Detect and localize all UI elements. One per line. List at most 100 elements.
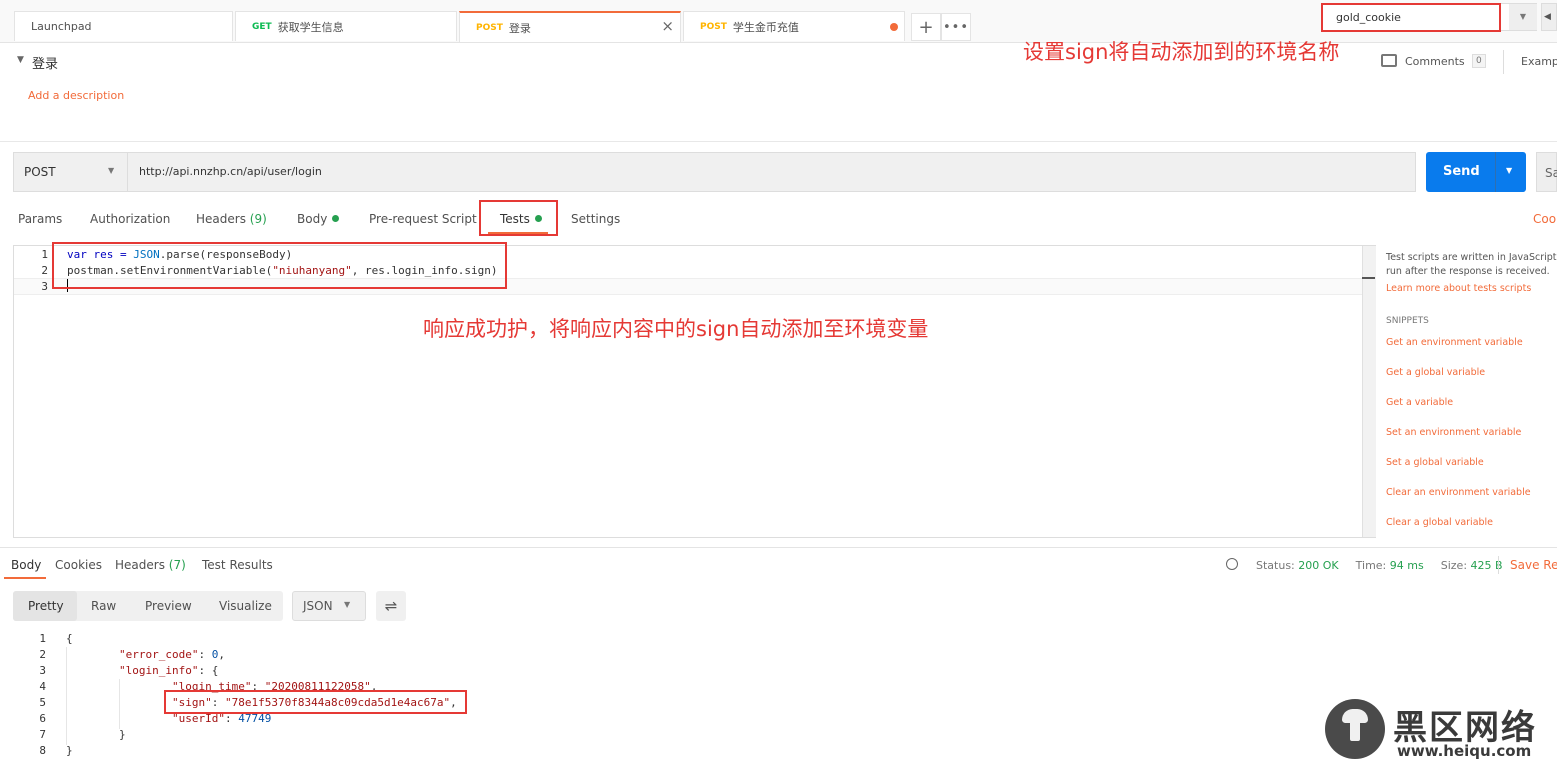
divider: [0, 547, 1557, 548]
new-tab-plus-icon[interactable]: +: [911, 13, 941, 41]
tab-params[interactable]: Params: [18, 212, 62, 226]
tab-settings[interactable]: Settings: [571, 212, 620, 226]
collapse-triangle-icon[interactable]: ▼: [17, 55, 24, 65]
editor-scrollbar[interactable]: [1362, 246, 1376, 537]
chevron-down-icon: ▼: [108, 166, 115, 175]
globe-icon[interactable]: [1226, 558, 1238, 570]
tab-label: Headers: [115, 558, 165, 572]
pretty-button[interactable]: Pretty: [28, 599, 64, 613]
learn-more-link[interactable]: Learn more about tests scripts: [1386, 283, 1531, 294]
method-select-value: POST: [24, 165, 56, 179]
indent-guide: [66, 647, 67, 745]
snippet-clear-env-var[interactable]: Clear an environment variable: [1386, 487, 1531, 498]
watermark-url: www.heiqu.com: [1397, 742, 1532, 760]
response-meta: Status: 200 OK Time: 94 ms Size: 425 B: [1256, 559, 1503, 572]
snippet-get-global-var[interactable]: Get a global variable: [1386, 367, 1485, 378]
indent-guide: [119, 679, 120, 729]
active-tab-indicator: [4, 577, 46, 579]
line-number: 8: [39, 744, 46, 757]
tab-headers-count: (9): [249, 212, 267, 226]
chevron-down-icon: ▼: [1509, 4, 1537, 30]
preview-button[interactable]: Preview: [145, 599, 192, 613]
environment-annotation: 设置sign将自动添加到的环境名称: [1023, 40, 1340, 64]
examples-label[interactable]: Examp: [1521, 55, 1557, 68]
code-highlight-box: [52, 242, 507, 289]
time-value: 94 ms: [1389, 559, 1424, 572]
request-title: 登录: [32, 57, 59, 72]
line-number: 5: [39, 696, 46, 709]
tab-test-results[interactable]: Test Results: [202, 558, 273, 572]
time-label: Time:: [1355, 559, 1387, 572]
tab-authorization[interactable]: Authorization: [90, 212, 170, 226]
json-line: "error_code": 0,: [119, 648, 225, 661]
tab-student-gold-recharge[interactable]: POST 学生金币充值: [683, 11, 905, 41]
line-number: 3: [41, 280, 48, 293]
divider: [1498, 556, 1499, 574]
wrap-lines-icon[interactable]: ⇌: [376, 591, 406, 621]
save-response-button[interactable]: Save Res: [1510, 558, 1557, 572]
json-line: "login_info": {: [119, 664, 219, 677]
line-number: 4: [39, 680, 46, 693]
tab-launchpad[interactable]: Launchpad: [14, 11, 233, 41]
tab-headers[interactable]: Headers (9): [196, 212, 267, 226]
raw-button[interactable]: Raw: [91, 599, 116, 613]
environment-highlight-box: [1321, 3, 1501, 32]
line-number: 7: [39, 728, 46, 741]
snippet-clear-global-var[interactable]: Clear a global variable: [1386, 517, 1493, 528]
chevron-down-icon[interactable]: ▼: [1506, 166, 1512, 175]
url-input[interactable]: http://api.nnzhp.cn/api/user/login: [139, 165, 322, 178]
tab-response-body[interactable]: Body: [11, 558, 41, 572]
json-brace: }: [119, 728, 126, 741]
visualize-button[interactable]: Visualize: [219, 599, 272, 613]
json-brace: }: [66, 744, 73, 757]
save-button[interactable]: Sa: [1536, 152, 1557, 192]
divider: [1503, 50, 1504, 74]
line-number: 2: [39, 648, 46, 661]
comments-icon: [1381, 54, 1397, 67]
json-key: "error_code": [119, 648, 199, 661]
snippet-get-var[interactable]: Get a variable: [1386, 397, 1453, 408]
status-value: 200 OK: [1298, 559, 1339, 572]
status-dot-icon: [332, 215, 340, 222]
cookies-link[interactable]: Cook: [1533, 212, 1557, 226]
tab-response-cookies[interactable]: Cookies: [55, 558, 102, 572]
tab-label: 学生金币充值: [732, 20, 799, 34]
snippet-set-env-var[interactable]: Set an environment variable: [1386, 427, 1521, 438]
unsaved-dot-icon: [890, 23, 898, 31]
line-number: 3: [39, 664, 46, 677]
tab-method: GET: [252, 21, 272, 32]
more-tabs-icon[interactable]: •••: [941, 13, 971, 41]
comments-label[interactable]: Comments: [1405, 55, 1465, 68]
snippet-set-global-var[interactable]: Set a global variable: [1386, 457, 1484, 468]
tests-intro-text: Test scripts are written in JavaScript, …: [1386, 252, 1557, 263]
sign-highlight-box: [164, 690, 467, 714]
close-tab-icon[interactable]: ×: [661, 17, 674, 35]
send-button-label: Send: [1443, 164, 1480, 179]
tab-pre-request-script[interactable]: Pre-request Script: [369, 212, 477, 226]
tab-login[interactable]: POST 登录 ×: [459, 11, 681, 42]
tab-get-student-info[interactable]: GET 获取学生信息: [235, 11, 457, 41]
json-value: 0: [211, 648, 219, 661]
send-button[interactable]: Send ▼: [1426, 152, 1526, 192]
editor-scroll-thumb[interactable]: [1362, 277, 1375, 279]
method-select[interactable]: POST ▼: [13, 152, 128, 192]
tab-method: POST: [700, 21, 727, 32]
chevron-down-icon: ▼: [344, 600, 351, 609]
tests-tab-highlight-box: [479, 200, 558, 236]
line-number: 6: [39, 712, 46, 725]
line-number: 2: [41, 264, 48, 277]
snippets-header: SNIPPETS: [1386, 316, 1429, 326]
tab-response-headers[interactable]: Headers (7): [115, 558, 186, 572]
language-select[interactable]: JSON ▼: [292, 591, 366, 621]
tab-body[interactable]: Body: [297, 212, 340, 226]
snippet-get-env-var[interactable]: Get an environment variable: [1386, 337, 1523, 348]
size-label: Size:: [1440, 559, 1468, 572]
tests-intro-text: run after the response is received.: [1386, 266, 1550, 277]
tab-count: (7): [168, 558, 186, 572]
tab-label: 获取学生信息: [277, 20, 344, 34]
tab-label: 登录: [508, 21, 531, 35]
environment-quick-look-icon[interactable]: ◀: [1541, 3, 1557, 31]
line-number: 1: [41, 248, 48, 261]
tests-annotation: 响应成功护，将响应内容中的sign自动添加至环境变量: [423, 317, 929, 341]
add-description-link[interactable]: Add a description: [28, 89, 124, 102]
